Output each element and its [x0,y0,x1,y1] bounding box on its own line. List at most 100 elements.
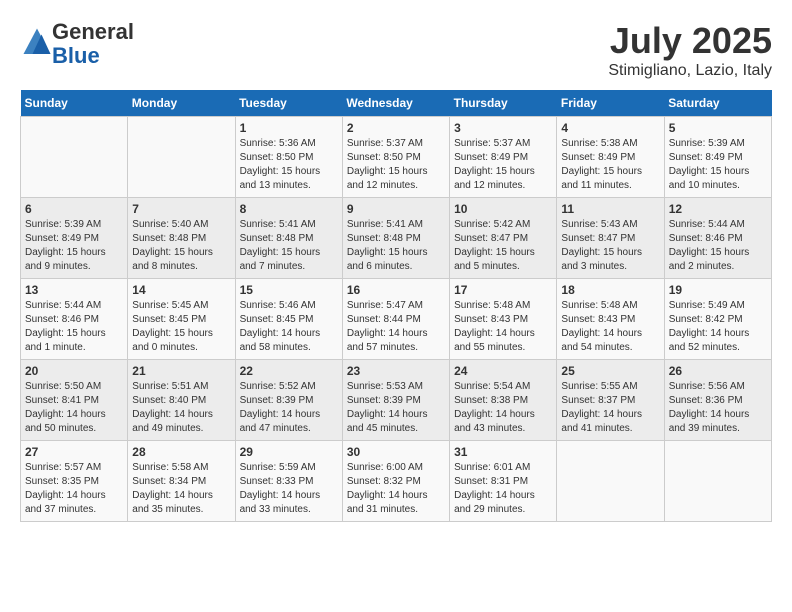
day-number: 15 [240,283,338,297]
day-info: Sunrise: 5:46 AM Sunset: 8:45 PM Dayligh… [240,299,338,355]
day-number: 22 [240,364,338,378]
day-info: Sunrise: 5:57 AM Sunset: 8:35 PM Dayligh… [25,461,123,517]
day-info: Sunrise: 6:01 AM Sunset: 8:31 PM Dayligh… [454,461,552,517]
day-number: 7 [132,202,230,216]
day-number: 21 [132,364,230,378]
calendar-cell: 11 Sunrise: 5:43 AM Sunset: 8:47 PM Dayli… [557,198,664,279]
calendar-cell: 4 Sunrise: 5:38 AM Sunset: 8:49 PM Daylig… [557,117,664,198]
calendar-week-3: 13 Sunrise: 5:44 AM Sunset: 8:46 PM Dayli… [21,279,772,360]
day-info: Sunrise: 5:39 AM Sunset: 8:49 PM Dayligh… [669,137,767,193]
calendar-cell [664,441,771,522]
day-info: Sunrise: 6:00 AM Sunset: 8:32 PM Dayligh… [347,461,445,517]
calendar-cell: 19Sunrise: 5:49 AM Sunset: 8:42 PM Dayli… [664,279,771,360]
day-info: Sunrise: 5:37 AM Sunset: 8:49 PM Dayligh… [454,137,552,193]
day-info: Sunrise: 5:36 AM Sunset: 8:50 PM Dayligh… [240,137,338,193]
logo-blue: Blue [52,43,100,68]
weekday-header-tuesday: Tuesday [235,90,342,117]
day-number: 6 [25,202,123,216]
day-info: Sunrise: 5:48 AM Sunset: 8:43 PM Dayligh… [454,299,552,355]
month-title: July 2025 [608,20,772,62]
calendar-cell: 8 Sunrise: 5:41 AM Sunset: 8:48 PM Daylig… [235,198,342,279]
day-number: 12 [669,202,767,216]
calendar-cell: 16 Sunrise: 5:47 AM Sunset: 8:44 PM Dayli… [342,279,449,360]
calendar-cell: 26Sunrise: 5:56 AM Sunset: 8:36 PM Dayli… [664,360,771,441]
calendar-cell [557,441,664,522]
day-info: Sunrise: 5:58 AM Sunset: 8:34 PM Dayligh… [132,461,230,517]
day-info: Sunrise: 5:52 AM Sunset: 8:39 PM Dayligh… [240,380,338,436]
calendar-cell: 5Sunrise: 5:39 AM Sunset: 8:49 PM Daylig… [664,117,771,198]
day-info: Sunrise: 5:56 AM Sunset: 8:36 PM Dayligh… [669,380,767,436]
day-number: 28 [132,445,230,459]
day-info: Sunrise: 5:47 AM Sunset: 8:44 PM Dayligh… [347,299,445,355]
weekday-header-saturday: Saturday [664,90,771,117]
logo-general: General [52,19,134,44]
calendar-cell: 20Sunrise: 5:50 AM Sunset: 8:41 PM Dayli… [21,360,128,441]
day-number: 18 [561,283,659,297]
day-info: Sunrise: 5:39 AM Sunset: 8:49 PM Dayligh… [25,218,123,274]
day-info: Sunrise: 5:55 AM Sunset: 8:37 PM Dayligh… [561,380,659,436]
calendar-cell: 27 Sunrise: 5:57 AM Sunset: 8:35 PM Dayli… [21,441,128,522]
calendar-cell: 3 Sunrise: 5:37 AM Sunset: 8:49 PM Daylig… [450,117,557,198]
calendar-cell: 7 Sunrise: 5:40 AM Sunset: 8:48 PM Daylig… [128,198,235,279]
calendar-cell: 2 Sunrise: 5:37 AM Sunset: 8:50 PM Daylig… [342,117,449,198]
day-info: Sunrise: 5:59 AM Sunset: 8:33 PM Dayligh… [240,461,338,517]
calendar-table: SundayMondayTuesdayWednesdayThursdayFrid… [20,90,772,522]
calendar-week-2: 6 Sunrise: 5:39 AM Sunset: 8:49 PM Daylig… [21,198,772,279]
day-number: 23 [347,364,445,378]
weekday-header-monday: Monday [128,90,235,117]
day-number: 2 [347,121,445,135]
day-number: 27 [25,445,123,459]
calendar-cell: 23 Sunrise: 5:53 AM Sunset: 8:39 PM Dayli… [342,360,449,441]
day-number: 16 [347,283,445,297]
calendar-cell: 21 Sunrise: 5:51 AM Sunset: 8:40 PM Dayli… [128,360,235,441]
day-info: Sunrise: 5:48 AM Sunset: 8:43 PM Dayligh… [561,299,659,355]
day-number: 4 [561,121,659,135]
calendar-week-1: 1Sunrise: 5:36 AM Sunset: 8:50 PM Daylig… [21,117,772,198]
day-info: Sunrise: 5:44 AM Sunset: 8:46 PM Dayligh… [25,299,123,355]
calendar-cell: 22 Sunrise: 5:52 AM Sunset: 8:39 PM Dayli… [235,360,342,441]
day-number: 17 [454,283,552,297]
calendar-cell: 9Sunrise: 5:41 AM Sunset: 8:48 PM Daylig… [342,198,449,279]
calendar-cell [128,117,235,198]
day-number: 24 [454,364,552,378]
weekday-header-sunday: Sunday [21,90,128,117]
weekday-header-friday: Friday [557,90,664,117]
day-number: 3 [454,121,552,135]
day-number: 30 [347,445,445,459]
calendar-week-5: 27 Sunrise: 5:57 AM Sunset: 8:35 PM Dayli… [21,441,772,522]
day-info: Sunrise: 5:37 AM Sunset: 8:50 PM Dayligh… [347,137,445,193]
day-info: Sunrise: 5:50 AM Sunset: 8:41 PM Dayligh… [25,380,123,436]
logo-icon [22,27,52,57]
calendar-cell: 1Sunrise: 5:36 AM Sunset: 8:50 PM Daylig… [235,117,342,198]
day-number: 31 [454,445,552,459]
day-number: 11 [561,202,659,216]
day-number: 13 [25,283,123,297]
day-info: Sunrise: 5:42 AM Sunset: 8:47 PM Dayligh… [454,218,552,274]
day-number: 25 [561,364,659,378]
day-number: 14 [132,283,230,297]
calendar-week-4: 20Sunrise: 5:50 AM Sunset: 8:41 PM Dayli… [21,360,772,441]
day-number: 29 [240,445,338,459]
calendar-body: 1Sunrise: 5:36 AM Sunset: 8:50 PM Daylig… [21,117,772,522]
calendar-cell: 31 Sunrise: 6:01 AM Sunset: 8:31 PM Dayli… [450,441,557,522]
weekday-header-row: SundayMondayTuesdayWednesdayThursdayFrid… [21,90,772,117]
day-info: Sunrise: 5:54 AM Sunset: 8:38 PM Dayligh… [454,380,552,436]
day-info: Sunrise: 5:49 AM Sunset: 8:42 PM Dayligh… [669,299,767,355]
day-number: 8 [240,202,338,216]
calendar-cell: 12Sunrise: 5:44 AM Sunset: 8:46 PM Dayli… [664,198,771,279]
day-info: Sunrise: 5:53 AM Sunset: 8:39 PM Dayligh… [347,380,445,436]
calendar-cell: 30 Sunrise: 6:00 AM Sunset: 8:32 PM Dayli… [342,441,449,522]
day-info: Sunrise: 5:43 AM Sunset: 8:47 PM Dayligh… [561,218,659,274]
calendar-cell: 14 Sunrise: 5:45 AM Sunset: 8:45 PM Dayli… [128,279,235,360]
day-info: Sunrise: 5:41 AM Sunset: 8:48 PM Dayligh… [240,218,338,274]
logo: General Blue [20,20,134,68]
day-info: Sunrise: 5:45 AM Sunset: 8:45 PM Dayligh… [132,299,230,355]
calendar-cell: 6 Sunrise: 5:39 AM Sunset: 8:49 PM Daylig… [21,198,128,279]
day-info: Sunrise: 5:41 AM Sunset: 8:48 PM Dayligh… [347,218,445,274]
calendar-cell [21,117,128,198]
calendar-cell: 17 Sunrise: 5:48 AM Sunset: 8:43 PM Dayli… [450,279,557,360]
day-info: Sunrise: 5:51 AM Sunset: 8:40 PM Dayligh… [132,380,230,436]
day-info: Sunrise: 5:38 AM Sunset: 8:49 PM Dayligh… [561,137,659,193]
calendar-cell: 29 Sunrise: 5:59 AM Sunset: 8:33 PM Dayli… [235,441,342,522]
day-info: Sunrise: 5:40 AM Sunset: 8:48 PM Dayligh… [132,218,230,274]
